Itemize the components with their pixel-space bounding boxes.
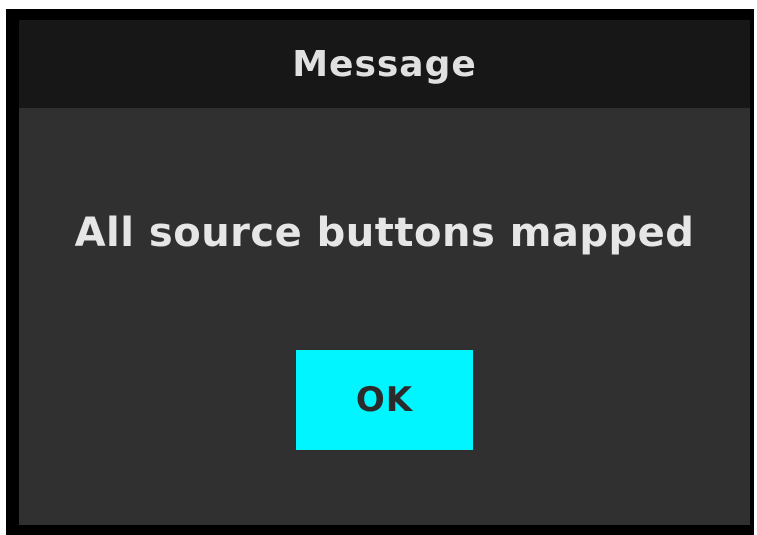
ok-button-label: OK	[355, 380, 414, 420]
dialog-frame: Message All source buttons mapped OK	[6, 9, 754, 535]
dialog-title: Message	[292, 43, 477, 85]
dialog-message: All source buttons mapped	[74, 210, 695, 256]
message-dialog: Message All source buttons mapped OK	[19, 20, 750, 525]
ok-button[interactable]: OK	[296, 350, 473, 450]
dialog-title-bar: Message	[19, 20, 750, 108]
